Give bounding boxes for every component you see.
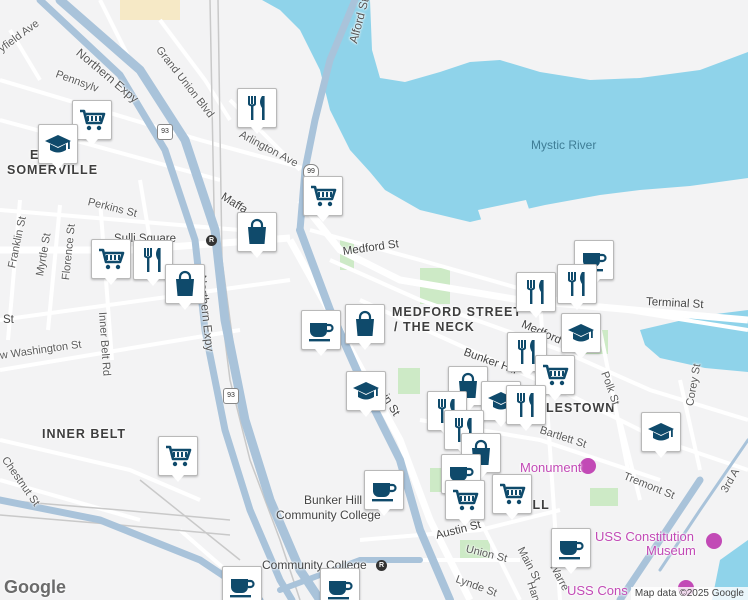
shopping-cart-pin[interactable] [158, 436, 198, 482]
coffee-icon [309, 323, 334, 342]
restaurant-pin[interactable] [557, 264, 597, 310]
graduation-cap-pin[interactable] [561, 313, 601, 359]
shopping-cart-icon [166, 445, 192, 467]
park-2 [398, 368, 420, 394]
shopping-bag-icon [356, 310, 374, 336]
medford-neck-label-2: / THE NECK [394, 320, 475, 334]
i93-shield: 93 [157, 124, 173, 140]
park-6 [590, 488, 618, 506]
shopping-cart-pin[interactable] [72, 100, 112, 146]
park-8 [120, 0, 180, 20]
inner-belt-label: INNER BELT [42, 427, 127, 441]
shopping-cart-icon [311, 185, 337, 207]
monument-label: Monument [520, 460, 582, 475]
monument-icon[interactable] [580, 458, 596, 474]
shopping-bag-pin[interactable] [237, 212, 277, 258]
graduation-cap-icon [353, 382, 379, 400]
google-logo[interactable]: Google [4, 577, 66, 598]
uss-museum-label-1: USS Constitution [595, 529, 694, 544]
shopping-cart-pin[interactable] [445, 480, 485, 526]
map-canvas[interactable]: 93 93 99 R R Mystic River EA SOMERVILLE … [0, 0, 748, 600]
sullivan-square-station-icon[interactable]: R [206, 235, 217, 246]
shopping-bag-icon [248, 218, 266, 244]
shopping-cart-pin[interactable] [492, 474, 532, 520]
coffee-icon [230, 579, 255, 598]
medford-neck-label-1: MEDFORD STREET [392, 305, 522, 319]
coffee-pin[interactable] [551, 528, 591, 574]
graduation-cap-pin[interactable] [641, 412, 681, 458]
mystic-river-label: Mystic River [531, 138, 597, 152]
community-college-station-icon[interactable]: R [376, 560, 387, 571]
shopping-cart-icon [453, 489, 479, 511]
bunker-hill-cc-label-1: Bunker Hill [304, 493, 363, 507]
coffee-pin[interactable] [301, 310, 341, 356]
charlestown-label: RLESTOWN [536, 401, 616, 415]
coffee-icon [372, 483, 397, 502]
restaurant-icon [516, 393, 534, 417]
graduation-cap-pin[interactable] [38, 124, 78, 170]
restaurant-icon [567, 272, 585, 296]
restaurant-pin[interactable] [516, 272, 556, 318]
coffee-icon [328, 581, 353, 600]
shopping-cart-pin[interactable] [91, 239, 131, 285]
coffee-pin[interactable] [222, 566, 262, 600]
map-attribution[interactable]: Map data ©2025 Google [630, 587, 748, 600]
shopping-bag-icon [176, 270, 194, 296]
restaurant-pin[interactable] [237, 88, 277, 134]
uss-museum-label-2: Museum [646, 543, 696, 558]
north-shore-land [370, 0, 748, 82]
shopping-cart-icon [500, 483, 526, 505]
shopping-cart-icon [99, 248, 125, 270]
graduation-cap-icon [568, 324, 594, 342]
bunker-hill-cc-label-2: Community College [276, 508, 381, 522]
restaurant-pin[interactable] [506, 385, 546, 431]
coffee-pin[interactable] [320, 568, 360, 600]
graduation-cap-icon [648, 423, 674, 441]
shopping-bag-pin[interactable] [345, 304, 385, 350]
uss-cons-label: USS Cons [567, 583, 628, 598]
restaurant-icon [247, 96, 265, 120]
restaurant-icon [526, 280, 544, 304]
museum-icon[interactable] [706, 533, 722, 549]
graduation-cap-icon [45, 135, 71, 153]
shopping-bag-pin[interactable] [165, 264, 205, 310]
coffee-pin[interactable] [364, 470, 404, 516]
i93-shield-south: 93 [223, 388, 239, 404]
coffee-icon [559, 541, 584, 560]
graduation-cap-pin[interactable] [346, 371, 386, 417]
shopping-cart-icon [80, 109, 106, 131]
st-fragment-label: St [3, 314, 14, 326]
shopping-cart-pin[interactable] [303, 176, 343, 222]
restaurant-icon [143, 248, 161, 272]
